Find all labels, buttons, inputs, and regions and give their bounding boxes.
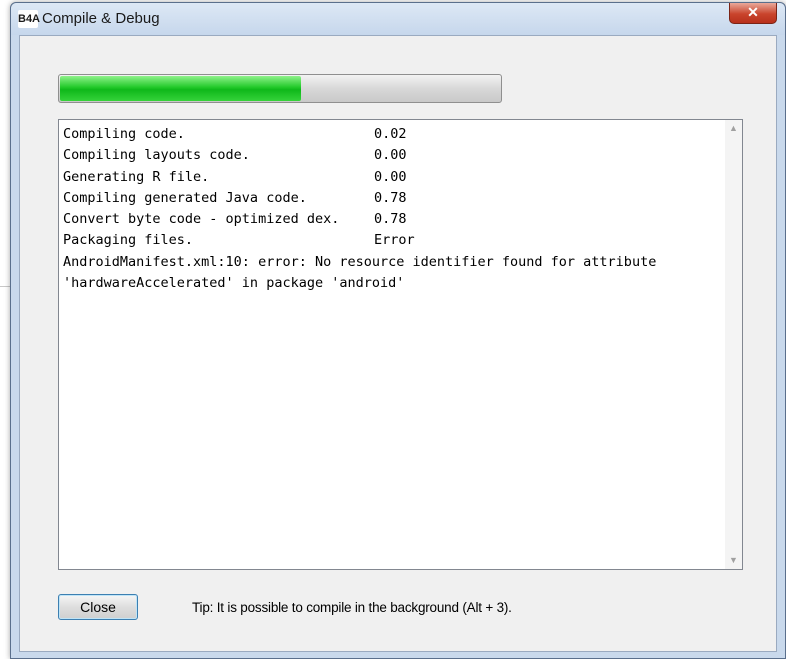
scroll-up-arrow-icon[interactable]: ▲ [725,120,742,137]
close-icon: ✕ [747,4,759,20]
step-label: Compiling layouts code. [63,147,250,164]
step-label: Compiling generated Java code. [63,189,307,206]
step-label: Packaging files. [63,232,194,249]
log-line: Generating R file. 0.00 [63,167,656,188]
log-lines: Compiling code. 0.02 Compiling layouts co… [63,124,656,294]
window-title: Compile & Debug [42,10,160,27]
step-value: 0.78 [374,211,407,228]
close-button[interactable]: Close [58,594,138,620]
step-value: 0.00 [374,147,407,164]
error-line-1: AndroidManifest.xml:10: error: No resour… [63,253,657,270]
title-bar[interactable]: B4A Compile & Debug ✕ [11,3,785,35]
step-value: 0.00 [374,168,407,185]
progress-fill [60,76,302,101]
window-close-button[interactable]: ✕ [729,3,777,24]
scroll-down-arrow-icon[interactable]: ▼ [725,552,742,569]
step-value: 0.02 [374,126,407,142]
log-scrollbar[interactable]: ▲ ▼ [725,120,742,569]
log-line: Packaging files. Error [63,230,656,251]
dialog-client-area: Compiling code. 0.02 Compiling layouts co… [19,35,777,652]
compile-debug-dialog: B4A Compile & Debug ✕ Compiling code. 0.0… [10,2,786,659]
tip-text: Tip: It is possible to compile in the ba… [192,600,512,615]
step-value: 0.78 [374,189,407,206]
step-value: Error [374,232,415,249]
step-label: Generating R file. [63,168,210,185]
step-label: Convert byte code - optimized dex. [63,211,340,228]
b4a-app-icon: B4A [18,10,40,28]
log-line: Convert byte code - optimized dex. 0.78 [63,209,656,230]
step-label: Compiling code. [63,126,185,142]
compile-log-textarea[interactable]: Compiling code. 0.02 Compiling layouts co… [58,119,743,570]
log-line: Compiling generated Java code. 0.78 [63,188,656,209]
log-line: Compiling layouts code. 0.00 [63,145,656,166]
log-line: Compiling code. 0.02 [63,124,656,145]
error-line-2: 'hardwareAccelerated' in package 'androi… [63,275,405,292]
compile-progress-bar [58,74,502,103]
